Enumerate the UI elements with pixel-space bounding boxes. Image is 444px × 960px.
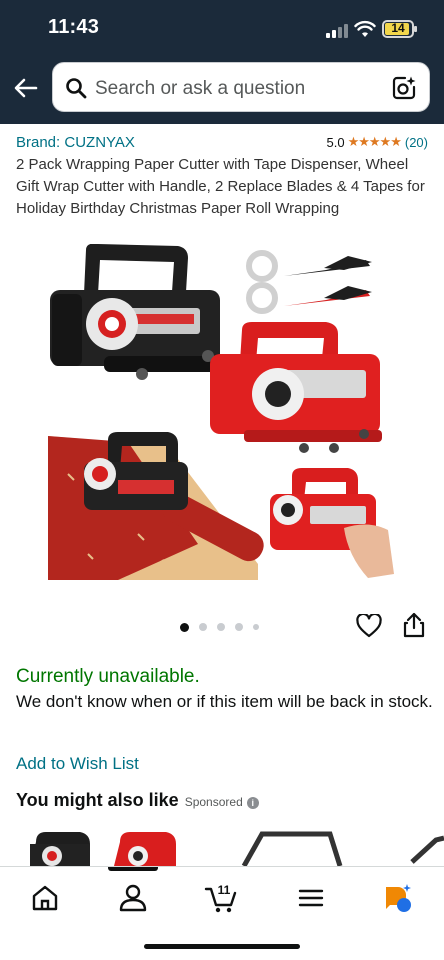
carousel-dot[interactable]	[235, 623, 243, 631]
recommendation-thumb-4	[410, 835, 444, 864]
share-icon[interactable]	[402, 612, 426, 638]
header: 11:43 14 Search or ask a question	[0, 0, 444, 124]
availability-message: We don't know when or if this item will …	[16, 692, 433, 711]
camera-search-icon[interactable]	[391, 75, 417, 101]
status-bar: 11:43 14	[0, 0, 444, 58]
rufus-icon[interactable]	[380, 881, 414, 915]
info-icon[interactable]: i	[246, 797, 259, 809]
home-icon[interactable]	[28, 881, 62, 915]
wrapping-demo-illustration	[48, 432, 264, 580]
home-indicator[interactable]	[144, 944, 300, 949]
star-rating-icon: ★★★★★	[347, 134, 402, 149]
carousel-dot[interactable]	[180, 622, 189, 632]
battery-level: 14	[391, 21, 405, 35]
brand-rating-row: Brand: CUZNYAX 5.0 ★★★★★ (20)	[16, 134, 428, 154]
recommendations-heading: You might also like	[16, 790, 179, 810]
red-cutter-in-use-illustration	[270, 468, 394, 578]
search-icon	[66, 78, 87, 99]
battery-icon: 14	[382, 20, 417, 38]
availability-status: Currently unavailable.	[16, 666, 200, 687]
product-image[interactable]	[48, 244, 396, 580]
carousel-dot[interactable]	[199, 623, 207, 631]
active-tab-indicator	[108, 867, 158, 871]
menu-icon[interactable]	[294, 881, 328, 915]
cellular-signal-icon	[326, 24, 348, 38]
wifi-icon	[354, 20, 376, 37]
account-icon[interactable]	[116, 881, 150, 915]
search-placeholder: Search or ask a question	[95, 78, 306, 99]
brand-link[interactable]: Brand: CUZNYAX	[16, 134, 135, 151]
carousel-dot[interactable]	[253, 624, 259, 630]
rating-summary[interactable]: 5.0 ★★★★★ (20)	[327, 134, 428, 150]
red-cutter-illustration	[210, 322, 382, 453]
rating-count[interactable]: (20)	[405, 135, 428, 150]
cart-count: 11	[218, 883, 231, 897]
recommendation-thumb-3	[241, 831, 343, 866]
heart-icon[interactable]	[356, 614, 382, 638]
cart-icon[interactable]: 11	[204, 881, 238, 915]
status-time: 11:43	[48, 16, 100, 38]
recommendation-carousel[interactable]	[0, 822, 444, 866]
black-cutter-illustration	[50, 244, 230, 380]
image-carousel-dots[interactable]	[180, 622, 269, 632]
carousel-dot[interactable]	[217, 623, 225, 631]
recommendation-thumb-1	[30, 832, 90, 866]
back-arrow-icon[interactable]	[12, 74, 40, 102]
recommendation-thumb-2	[114, 832, 176, 866]
sponsored-label: Sponsored	[184, 795, 243, 809]
rating-score: 5.0	[326, 134, 345, 150]
add-to-wish-list-link[interactable]: Add to Wish List	[16, 754, 139, 774]
product-title: 2 Pack Wrapping Paper Cutter with Tape D…	[16, 156, 425, 217]
accessories-illustration	[246, 250, 372, 314]
search-input[interactable]: Search or ask a question	[52, 62, 430, 112]
recommendations-heading-row: You might also like Sponsored i	[16, 790, 259, 811]
